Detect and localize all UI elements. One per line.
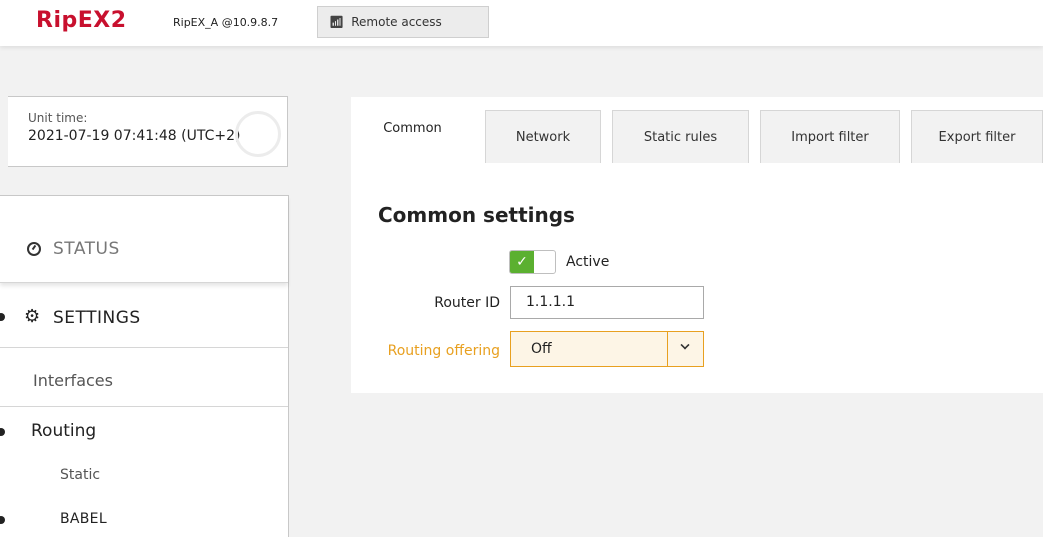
tab-import-filter[interactable]: Import filter <box>760 110 900 163</box>
sidebar-item-status[interactable]: STATUS <box>0 196 288 283</box>
select-divider <box>667 332 668 366</box>
sidebar-item-settings[interactable]: ⚙︎ SETTINGS <box>0 284 288 348</box>
page-title: Common settings <box>378 203 575 227</box>
tab-network[interactable]: Network <box>485 110 601 163</box>
unit-name: RipEX_A @10.9.8.7 <box>173 16 279 29</box>
sidebar-item-static[interactable]: Static <box>60 467 100 483</box>
tab-static-rules[interactable]: Static rules <box>612 110 749 163</box>
tab-bar: Common Network Static rules Import filte… <box>351 97 1043 163</box>
remote-access-label: Remote access <box>351 15 442 29</box>
sidebar: STATUS ⚙︎ SETTINGS Interfaces Routing St… <box>0 195 289 537</box>
tab-common[interactable]: Common <box>351 97 474 163</box>
check-icon: ✓ <box>510 251 534 273</box>
broadcast-icon: 📶︎ <box>329 15 345 29</box>
remote-access-button[interactable]: 📶︎ Remote access <box>317 6 489 38</box>
unit-time-box: Unit time: 2021-07-19 07:41:48 (UTC+2) <box>8 96 288 167</box>
top-bar: RipEX2 RipEX_A @10.9.8.7 📶︎ Remote acces… <box>0 0 1043 46</box>
chevron-down-icon <box>680 340 690 350</box>
router-id-label: Router ID <box>434 295 500 311</box>
gauge-icon <box>27 242 41 256</box>
routing-offering-value: Off <box>531 341 552 357</box>
sidebar-item-settings-label: SETTINGS <box>53 308 141 328</box>
routing-offering-label: Routing offering <box>387 343 500 359</box>
gears-icon: ⚙︎ <box>24 306 41 327</box>
active-bullet-icon <box>0 516 5 524</box>
sidebar-divider <box>0 406 288 407</box>
ripex-logo: RipEX2 <box>36 8 127 33</box>
tab-export-filter[interactable]: Export filter <box>911 110 1043 163</box>
active-toggle[interactable]: ✓ <box>509 250 556 274</box>
clock-watermark-icon <box>235 111 281 157</box>
sidebar-item-interfaces[interactable]: Interfaces <box>33 371 113 390</box>
active-bullet-icon <box>0 313 5 321</box>
active-label: Active <box>566 254 610 270</box>
active-bullet-icon <box>0 428 5 436</box>
sidebar-item-status-label: STATUS <box>53 239 120 259</box>
sidebar-item-babel[interactable]: BABEL <box>60 511 107 527</box>
sidebar-item-routing[interactable]: Routing <box>31 421 96 441</box>
routing-offering-select[interactable]: Off <box>510 331 704 367</box>
router-id-input[interactable]: 1.1.1.1 <box>510 286 704 319</box>
